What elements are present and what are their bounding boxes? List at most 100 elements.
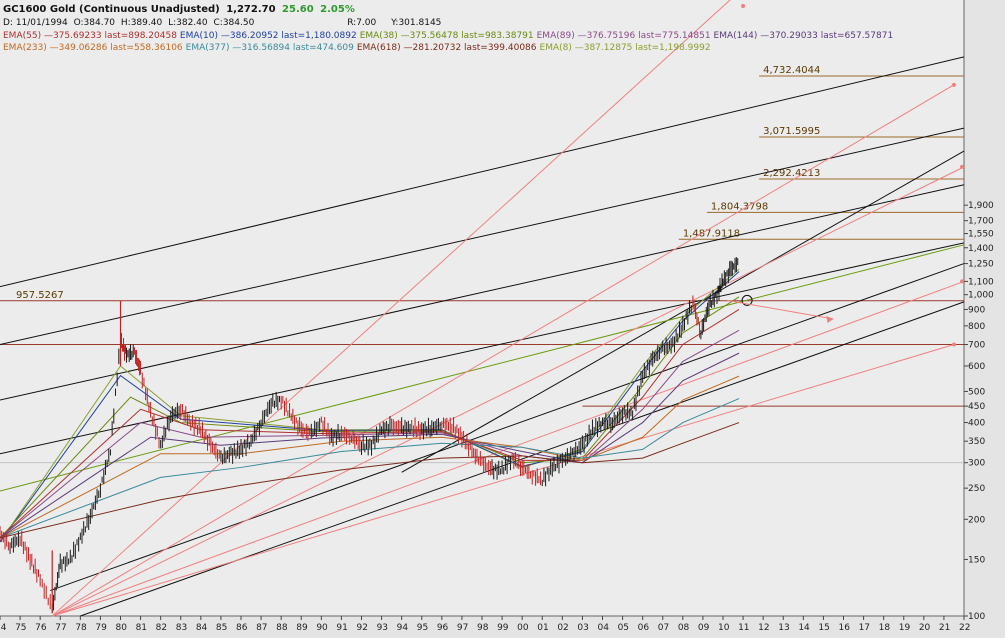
x-tick-label: 00 bbox=[517, 623, 529, 633]
ema-legend-item-b-3: EMA(8) —387.12875 last=1,198.9992 bbox=[539, 43, 711, 53]
x-tick-label: 87 bbox=[256, 623, 267, 633]
chart-window: 100 150 200 250 300 350 400 450 500 600 700 800 900 1… bbox=[0, 0, 1005, 638]
ema-legend-item-b-2: EMA(618) —281.20732 last=399.40086 bbox=[356, 43, 537, 53]
ema-legend-item-2: EMA(38) —375.56478 last=983.38791 bbox=[359, 31, 534, 41]
x-tick-label: 96 bbox=[437, 623, 449, 633]
price-level-label: 3,071.5995 bbox=[763, 126, 820, 137]
x-tick-label: 75 bbox=[15, 623, 26, 633]
price-chart[interactable]: 1001502002503003504004505006007008009001… bbox=[0, 0, 1005, 638]
x-tick-label: 79 bbox=[95, 623, 107, 633]
x-tick-label: 21 bbox=[939, 623, 950, 633]
y-tick-label: 600 bbox=[968, 362, 985, 372]
x-tick-label: 04 bbox=[598, 623, 610, 633]
y-axis-panel bbox=[964, 0, 1005, 638]
x-tick-label: 89 bbox=[296, 623, 308, 633]
y-tick-label: 1,100 bbox=[968, 277, 994, 287]
x-tick-label: 07 bbox=[658, 623, 669, 633]
cursor-date: D: 11/01/1994 bbox=[3, 18, 68, 28]
y-tick-label: 100 bbox=[968, 612, 985, 622]
price-level-label: 2,292.4213 bbox=[763, 168, 820, 179]
ema-legend-item-1: EMA(10) —386.20952 last=1,180.0892 bbox=[179, 31, 357, 41]
x-tick-label: 80 bbox=[116, 623, 128, 633]
price-change-pct: 2.05% bbox=[320, 4, 355, 15]
x-tick-label: 77 bbox=[55, 623, 66, 633]
ema-legend-item-b-0: EMA(233) —349.06286 last=558.36106 bbox=[3, 43, 183, 53]
ema-legend-row-1: EMA(55) —375.69233 last=898.20458 EMA(10)… bbox=[3, 31, 896, 42]
plot-background bbox=[0, 0, 964, 616]
x-tick-label: 05 bbox=[618, 623, 629, 633]
x-tick-label: 14 bbox=[798, 623, 810, 633]
price-level-label: 4,732.4044 bbox=[763, 65, 820, 76]
symbol-title: GC1600 Gold (Continuous Unadjusted) bbox=[3, 4, 220, 15]
x-tick-label: 84 bbox=[196, 623, 208, 633]
x-tick-label: 98 bbox=[477, 623, 489, 633]
cursor-high: H:389.40 bbox=[120, 18, 163, 28]
x-tick-label: 82 bbox=[156, 623, 167, 633]
x-tick-label: 06 bbox=[638, 623, 650, 633]
x-tick-label: 08 bbox=[678, 623, 690, 633]
y-tick-label: 1,550 bbox=[968, 230, 994, 240]
x-tick-label: 76 bbox=[35, 623, 47, 633]
x-tick-label: 13 bbox=[778, 623, 789, 633]
price-change: 25.60 bbox=[282, 4, 314, 15]
x-tick-label: 12 bbox=[758, 623, 769, 633]
fan-arrow-head bbox=[960, 164, 964, 169]
y-tick-label: 900 bbox=[968, 305, 985, 315]
x-tick-label: 15 bbox=[818, 623, 829, 633]
x-tick-label: 93 bbox=[377, 623, 388, 633]
cursor-info-row: D: 11/01/1994 O:384.70 H:389.40 L:382.40… bbox=[3, 18, 444, 29]
x-tick-label: 18 bbox=[879, 623, 891, 633]
y-tick-label: 1,250 bbox=[968, 260, 994, 270]
cursor-close: C:384.50 bbox=[213, 18, 255, 28]
fan-arrow-head bbox=[951, 82, 956, 87]
x-tick-label: 97 bbox=[457, 623, 468, 633]
x-tick-label: 01 bbox=[537, 623, 548, 633]
x-tick-label: 03 bbox=[577, 623, 588, 633]
cursor-y-value: Y:301.8145 bbox=[391, 18, 442, 28]
fan-arrow-head bbox=[741, 4, 746, 8]
price-level-label: 957.5267 bbox=[16, 290, 64, 301]
cursor-low: L:382.40 bbox=[168, 18, 208, 28]
x-tick-label: 10 bbox=[718, 623, 730, 633]
x-tick-label: 92 bbox=[357, 623, 368, 633]
ema-legend-item-0: EMA(55) —375.69233 last=898.20458 bbox=[3, 31, 177, 41]
y-tick-label: 350 bbox=[968, 437, 985, 447]
y-tick-label: 500 bbox=[968, 387, 985, 397]
x-tick-label: 22 bbox=[959, 623, 970, 633]
ema-legend-item-b-1: EMA(377) —316.56894 last=474.609 bbox=[185, 43, 354, 53]
cursor-ratio: R:7.00 bbox=[347, 18, 377, 28]
y-tick-label: 400 bbox=[968, 419, 985, 429]
last-price: 1,272.70 bbox=[226, 4, 276, 15]
price-level-label: 1,487.9118 bbox=[683, 228, 740, 239]
x-tick-label: 20 bbox=[919, 623, 931, 633]
x-tick-label: 85 bbox=[216, 623, 227, 633]
x-tick-label: 83 bbox=[176, 623, 187, 633]
x-tick-label: 17 bbox=[859, 623, 870, 633]
cursor-open: O:384.70 bbox=[73, 18, 116, 28]
x-tick-label: 16 bbox=[839, 623, 851, 633]
y-tick-label: 200 bbox=[968, 515, 985, 525]
y-tick-label: 250 bbox=[968, 484, 985, 494]
fan-arrow-head bbox=[951, 342, 956, 347]
x-tick-label: 91 bbox=[336, 623, 347, 633]
x-tick-label: 88 bbox=[276, 623, 288, 633]
x-tick-label: 94 bbox=[397, 623, 409, 633]
x-tick-label: 74 bbox=[0, 623, 7, 633]
y-tick-label: 1,900 bbox=[968, 201, 994, 211]
y-tick-label: 1,700 bbox=[968, 217, 994, 227]
x-tick-label: 95 bbox=[417, 623, 428, 633]
y-tick-label: 1,000 bbox=[968, 291, 994, 301]
ema-legend-item-4: EMA(144) —370.29033 last=657.57871 bbox=[713, 31, 894, 41]
x-tick-label: 99 bbox=[497, 623, 509, 633]
x-tick-label: 78 bbox=[75, 623, 87, 633]
x-tick-label: 02 bbox=[557, 623, 568, 633]
fan-arrow-head bbox=[960, 279, 964, 284]
x-tick-label: 09 bbox=[698, 623, 710, 633]
ema-legend-item-3: EMA(89) —376.75196 last=775.14851 bbox=[536, 31, 711, 41]
x-tick-label: 86 bbox=[236, 623, 248, 633]
y-tick-label: 450 bbox=[968, 402, 985, 412]
y-tick-label: 800 bbox=[968, 322, 985, 332]
x-tick-label: 11 bbox=[738, 623, 749, 633]
x-tick-label: 19 bbox=[899, 623, 911, 633]
chart-title-row: GC1600 Gold (Continuous Unadjusted) 1,27… bbox=[3, 4, 358, 15]
